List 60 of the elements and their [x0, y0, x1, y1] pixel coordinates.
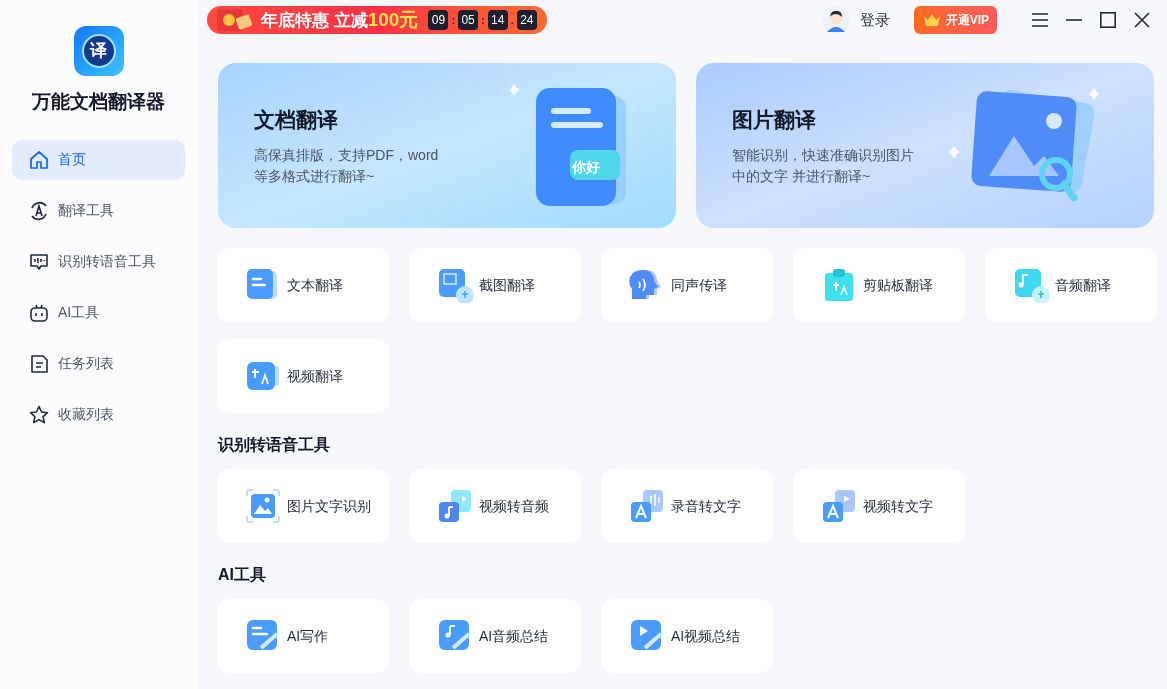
countdown-separator: :: [481, 12, 485, 28]
sidebar-item[interactable]: AI工具: [12, 292, 185, 333]
countdown-separator: :: [451, 12, 456, 28]
tool-tile[interactable]: 录音转文字: [601, 469, 773, 543]
section-heading: AI工具: [217, 565, 267, 585]
app-name: 万能文档翻译器: [32, 90, 165, 114]
tool-tile[interactable]: 音频翻译: [985, 248, 1157, 322]
countdown-separator: .: [510, 12, 514, 28]
card-title: 文档翻译: [254, 106, 339, 133]
sidebar-item[interactable]: 首页: [12, 139, 185, 180]
tool-tile[interactable]: 图片文字识别: [217, 469, 389, 543]
music-note-icon: [1013, 267, 1049, 303]
countdown-digit: 09: [428, 10, 449, 30]
tool-tile[interactable]: 同声传译: [601, 248, 773, 322]
sidebar-item[interactable]: 收藏列表: [12, 394, 185, 435]
video-text-icon: [821, 488, 857, 524]
login-button[interactable]: 登录: [821, 6, 890, 34]
promo-text: 年底特惠 立减100元: [261, 7, 419, 32]
tool-tile[interactable]: 文本翻译: [217, 248, 389, 322]
sidebar-item[interactable]: 翻译工具: [12, 190, 185, 231]
document-list-icon: [28, 352, 50, 375]
crown-icon: [921, 12, 942, 28]
tool-tile[interactable]: 视频转音频: [409, 469, 581, 543]
tool-tile[interactable]: AI视频总结: [601, 599, 773, 673]
close-button[interactable]: [1133, 11, 1151, 29]
countdown-digit: 24: [516, 10, 537, 30]
close-icon: [1134, 12, 1150, 28]
maximize-icon: [1100, 12, 1116, 28]
avatar-icon: [821, 6, 850, 34]
tool-tile[interactable]: 截图翻译: [409, 248, 581, 322]
sidebar-item[interactable]: 识别转语音工具: [12, 241, 185, 282]
badge-text: 你好: [572, 157, 600, 177]
feature-card[interactable]: 文档翻译 高保真排版，支持PDF，word 等多格式进行翻译~ 你好: [218, 63, 676, 228]
card-description: 智能识别，快速准确识别图片 中的文字 并进行翻译~: [732, 146, 914, 187]
promo-banner[interactable]: 年底特惠 立减100元 09 : 05 : 14 . 24: [207, 6, 547, 34]
tool-tile[interactable]: AI写作: [217, 599, 389, 673]
section-heading: 识别转语音工具: [217, 435, 331, 455]
menu-button[interactable]: [1031, 11, 1049, 29]
translate-icon: [28, 199, 50, 222]
minimize-icon: [1066, 19, 1082, 21]
menu-icon: [1032, 13, 1048, 27]
card-title: 图片翻译: [732, 106, 817, 133]
screenshot-icon: [437, 267, 473, 303]
music-video-icon: [437, 488, 473, 524]
tool-tile[interactable]: AI音频总结: [409, 599, 581, 673]
countdown-digit: 14: [487, 10, 508, 30]
tool-tile[interactable]: 剪贴板翻译: [793, 248, 965, 322]
feature-card[interactable]: 图片翻译 智能识别，快速准确识别图片 中的文字 并进行翻译~: [696, 63, 1154, 228]
picture-icon: [245, 488, 281, 524]
logo-glyph: 译: [81, 34, 116, 68]
tool-tile[interactable]: 视频翻译: [217, 339, 389, 413]
sidebar-item[interactable]: 任务列表: [12, 343, 185, 384]
countdown-digit: 05: [458, 10, 479, 30]
audio-text-icon: [629, 488, 665, 524]
envelope-icon: [215, 6, 255, 34]
star-icon: [28, 403, 50, 426]
tool-tile[interactable]: 视频转文字: [793, 469, 965, 543]
home-icon: [28, 148, 50, 171]
card-description: 高保真排版，支持PDF，word 等多格式进行翻译~: [254, 146, 439, 187]
maximize-button[interactable]: [1099, 11, 1117, 29]
